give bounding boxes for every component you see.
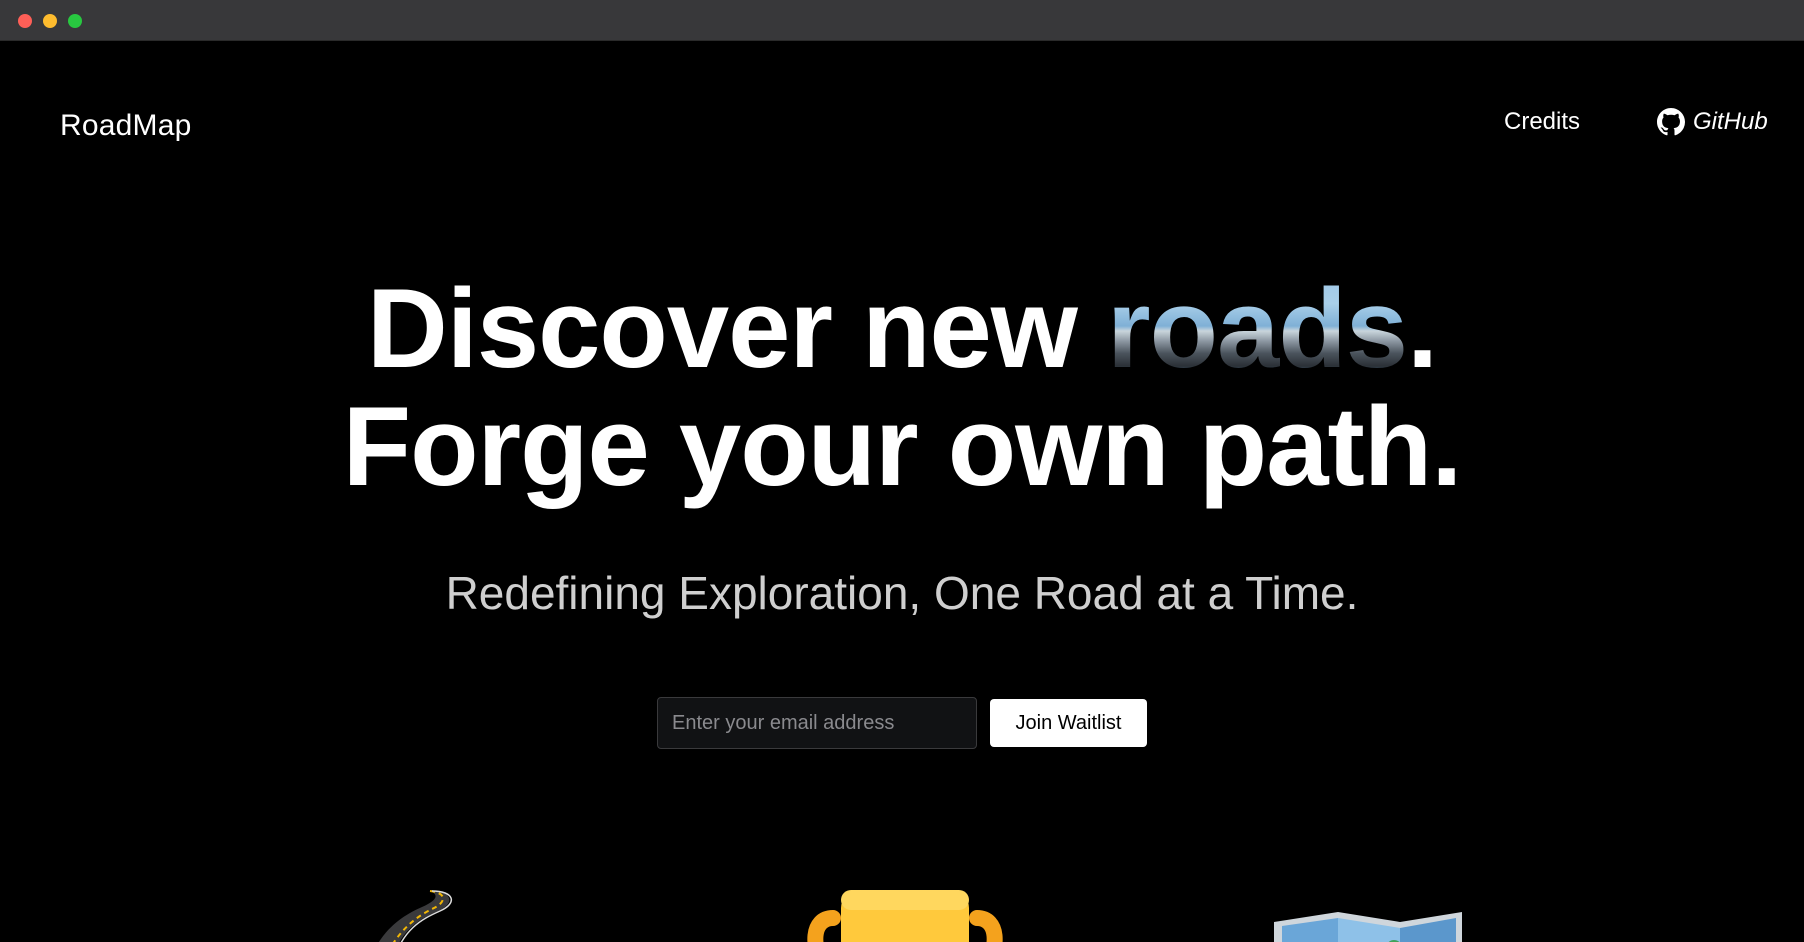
github-icon <box>1657 108 1685 136</box>
window-minimize-button[interactable] <box>43 14 57 28</box>
hero-subtitle: Redefining Exploration, One Road at a Ti… <box>445 567 1359 619</box>
hero-line-1-after: . <box>1407 266 1438 391</box>
site-logo[interactable]: RoadMap <box>60 106 191 146</box>
window-maximize-button[interactable] <box>68 14 82 28</box>
join-waitlist-button[interactable]: Join Waitlist <box>990 699 1147 747</box>
trophy-icon <box>805 888 1005 942</box>
hero-line-1: Discover new roads. <box>0 270 1804 388</box>
email-input[interactable] <box>657 697 977 749</box>
hero-line-1-before: Discover new <box>366 266 1108 391</box>
window-close-button[interactable] <box>18 14 32 28</box>
nav-github-link[interactable]: GitHub <box>1657 104 1768 140</box>
nav-credits-link[interactable]: Credits <box>1504 104 1580 140</box>
app-window: RoadMap Credits GitHub Discover new road… <box>0 0 1804 942</box>
road-icon <box>360 885 470 942</box>
waitlist-form: Join Waitlist <box>657 697 1147 749</box>
nav-github-label: GitHub <box>1693 108 1768 135</box>
window-titlebar <box>0 0 1804 41</box>
hero-highlight-roads: roads <box>1107 266 1408 391</box>
hero-line-2: Forge your own path. <box>342 384 1463 509</box>
map-icon <box>1268 908 1468 942</box>
hero-heading: Discover new roads. Forge your own path. <box>0 270 1804 506</box>
